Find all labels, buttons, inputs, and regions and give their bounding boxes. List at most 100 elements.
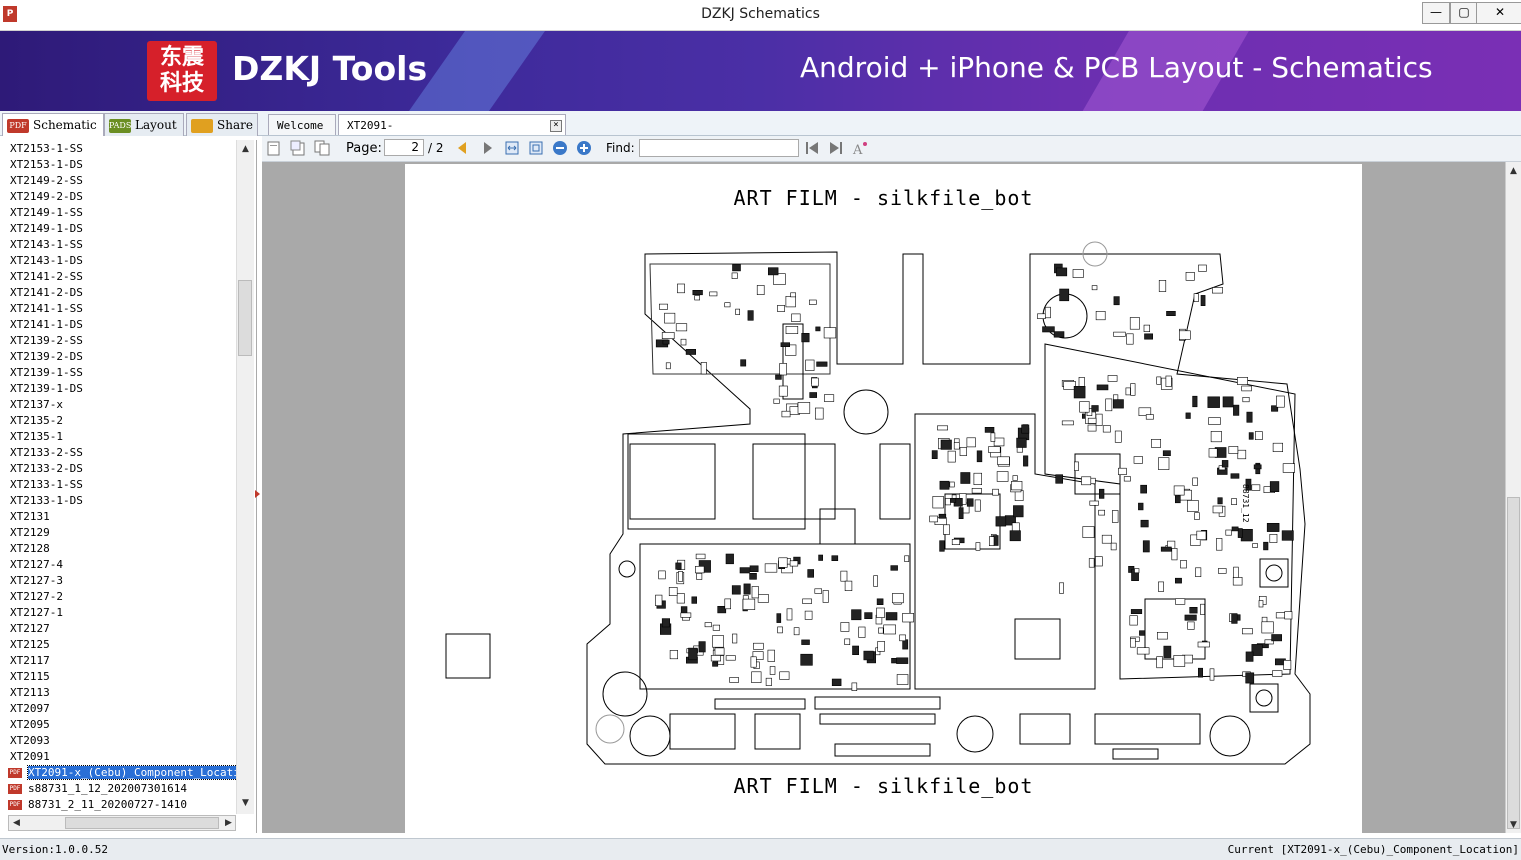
list-item[interactable]: XT2149-1-DS [10, 221, 83, 237]
list-item[interactable]: XT2097 [10, 701, 50, 717]
list-item[interactable]: XT2141-2-SS [10, 269, 83, 285]
maximize-button[interactable]: ▢ [1450, 2, 1478, 24]
list-item[interactable]: XT2153-1-SS [10, 141, 83, 157]
fit-width-icon[interactable] [504, 140, 520, 156]
minimize-button[interactable]: — [1422, 2, 1450, 24]
list-item[interactable]: XT2095 [10, 717, 50, 733]
list-item[interactable]: XT2133-1-SS [10, 477, 83, 493]
list-item[interactable]: XT2127-1 [10, 605, 63, 621]
find-input[interactable] [639, 139, 799, 157]
close-tab-icon[interactable]: × [550, 120, 562, 132]
pdf-page[interactable]: ART FILM - silkfile_bot 88731_12 ART FIL… [405, 164, 1362, 833]
list-item[interactable]: XT2141-1-DS [10, 317, 83, 333]
tab-document[interactable]: XT2091-x_(Cebu)_Component_Location × [338, 114, 566, 153]
zoom-out-icon[interactable] [552, 140, 568, 156]
tab-schematic-label: Schematic [33, 118, 97, 132]
pdf-file-name: 88731_2_11_20200727-1410 [28, 798, 187, 811]
list-item[interactable]: XT2127-2 [10, 589, 63, 605]
next-page-icon[interactable] [480, 140, 496, 156]
pdf-file-name: XT2091-x_(Cebu)_Component_Location [26, 765, 236, 780]
tab-welcome[interactable]: Welcome [268, 114, 336, 135]
list-item[interactable]: XT2143-1-SS [10, 237, 83, 253]
pdf-file-item[interactable]: PDF 88731_2_11_20200727-1410 [8, 797, 187, 812]
current-document-text: Current [XT2091-x_(Cebu)_Component_Locat… [1227, 843, 1519, 856]
prev-page-icon[interactable] [454, 140, 470, 156]
tab-row: PDF Schematic PADS Layout Share Welcome XT… [0, 111, 1521, 153]
page-number-input[interactable]: 2 [384, 139, 424, 156]
list-item[interactable]: XT2149-2-DS [10, 189, 83, 205]
list-item[interactable]: XT2135-1 [10, 429, 63, 445]
export-icon[interactable] [290, 140, 306, 156]
brand-name: DZKJ Tools [232, 49, 428, 88]
list-item[interactable]: XT2115 [10, 669, 50, 685]
cloud-share-icon [191, 118, 213, 133]
list-item[interactable]: XT2139-1-SS [10, 365, 83, 381]
list-item[interactable]: XT2127-3 [10, 573, 63, 589]
find-prev-icon[interactable] [804, 140, 820, 156]
list-item[interactable]: XT2125 [10, 637, 50, 653]
scroll-down-icon[interactable]: ▼ [238, 796, 253, 811]
pads-icon: PADS [109, 118, 131, 133]
list-item[interactable]: XT2139-1-DS [10, 381, 83, 397]
list-item[interactable]: XT2141-2-DS [10, 285, 83, 301]
file-list: XT2153-1-SS XT2153-1-DS XT2149-2-SS XT2149-… [0, 140, 236, 812]
brand-logo: 东震 科技 [147, 41, 217, 101]
pdf-icon: PDF [8, 800, 22, 810]
list-item[interactable]: XT2093 [10, 733, 50, 749]
document-viewer[interactable]: ART FILM - silkfile_bot 88731_12 ART FIL… [262, 162, 1505, 833]
pdf-icon: PDF [8, 784, 22, 794]
pdf-icon: PDF [8, 768, 22, 778]
splitter-handle[interactable] [255, 490, 260, 498]
scroll-up-icon[interactable]: ▲ [1506, 164, 1521, 179]
status-bar: Version:1.0.0.52 Current [XT2091-x_(Cebu… [0, 838, 1521, 860]
tab-share-label: Share [217, 118, 253, 132]
list-item[interactable]: XT2139-2-DS [10, 349, 83, 365]
list-item[interactable]: XT2141-1-SS [10, 301, 83, 317]
list-item[interactable]: XT2135-2 [10, 413, 63, 429]
tab-share[interactable]: Share [186, 113, 258, 136]
header-banner: 东震 科技 DZKJ Tools Android + iPhone & PCB L… [0, 31, 1521, 111]
pdf-file-item[interactable]: PDF XT2091-x_(Cebu)_Component_Location [8, 765, 236, 781]
list-item[interactable]: XT2139-2-SS [10, 333, 83, 349]
open-icon[interactable] [266, 140, 282, 156]
list-item[interactable]: XT2131 [10, 509, 50, 525]
list-item[interactable]: XT2133-2-SS [10, 445, 83, 461]
list-item[interactable]: XT2128 [10, 541, 50, 557]
page-title-top: ART FILM - silkfile_bot [733, 186, 1034, 210]
list-item[interactable]: XT2133-2-DS [10, 461, 83, 477]
viewer-vertical-scrollbar[interactable]: ▲ ▼ [1505, 162, 1521, 833]
tab-schematic[interactable]: PDF Schematic [2, 113, 104, 136]
zoom-in-icon[interactable] [576, 140, 592, 156]
scroll-down-icon[interactable]: ▼ [1506, 818, 1521, 833]
list-item[interactable]: XT2117 [10, 653, 50, 669]
scroll-thumb[interactable] [65, 817, 219, 829]
file-list-horizontal-scrollbar[interactable]: ◀ ▶ [8, 815, 236, 831]
list-item[interactable]: XT2143-1-DS [10, 253, 83, 269]
list-item[interactable]: XT2113 [10, 685, 50, 701]
fit-page-icon[interactable] [528, 140, 544, 156]
pdf-file-item[interactable]: PDF s88731_1_12_202007301614 [8, 781, 187, 797]
list-item[interactable]: XT2133-1-DS [10, 493, 83, 509]
file-tree-panel: XT2153-1-SS XT2153-1-DS XT2149-2-SS XT2149-… [0, 140, 257, 833]
tab-layout[interactable]: PADS Layout [104, 113, 184, 136]
list-item[interactable]: XT2153-1-DS [10, 157, 83, 173]
list-item[interactable]: XT2091 [10, 749, 50, 765]
list-item[interactable]: XT2127 [10, 621, 50, 637]
pcb-silkscreen-drawing: 88731_12 [445, 241, 1311, 765]
scroll-right-icon[interactable]: ▶ [221, 816, 236, 831]
find-next-icon[interactable] [828, 140, 844, 156]
scroll-thumb[interactable] [1507, 497, 1520, 829]
close-button[interactable]: ✕ [1476, 2, 1521, 24]
list-item[interactable]: XT2127-4 [10, 557, 63, 573]
scroll-thumb[interactable] [238, 280, 252, 356]
list-item[interactable]: XT2129 [10, 525, 50, 541]
list-item[interactable]: XT2137-x [10, 397, 63, 413]
copy-icon[interactable] [314, 140, 330, 156]
list-item[interactable]: XT2149-1-SS [10, 205, 83, 221]
scroll-left-icon[interactable]: ◀ [9, 816, 24, 831]
file-list-vertical-scrollbar[interactable]: ▲ ▼ [236, 140, 254, 814]
highlight-icon[interactable]: A [852, 140, 868, 156]
list-item[interactable]: XT2149-2-SS [10, 173, 83, 189]
scroll-up-icon[interactable]: ▲ [238, 142, 253, 157]
pdf-icon: PDF [7, 118, 29, 133]
